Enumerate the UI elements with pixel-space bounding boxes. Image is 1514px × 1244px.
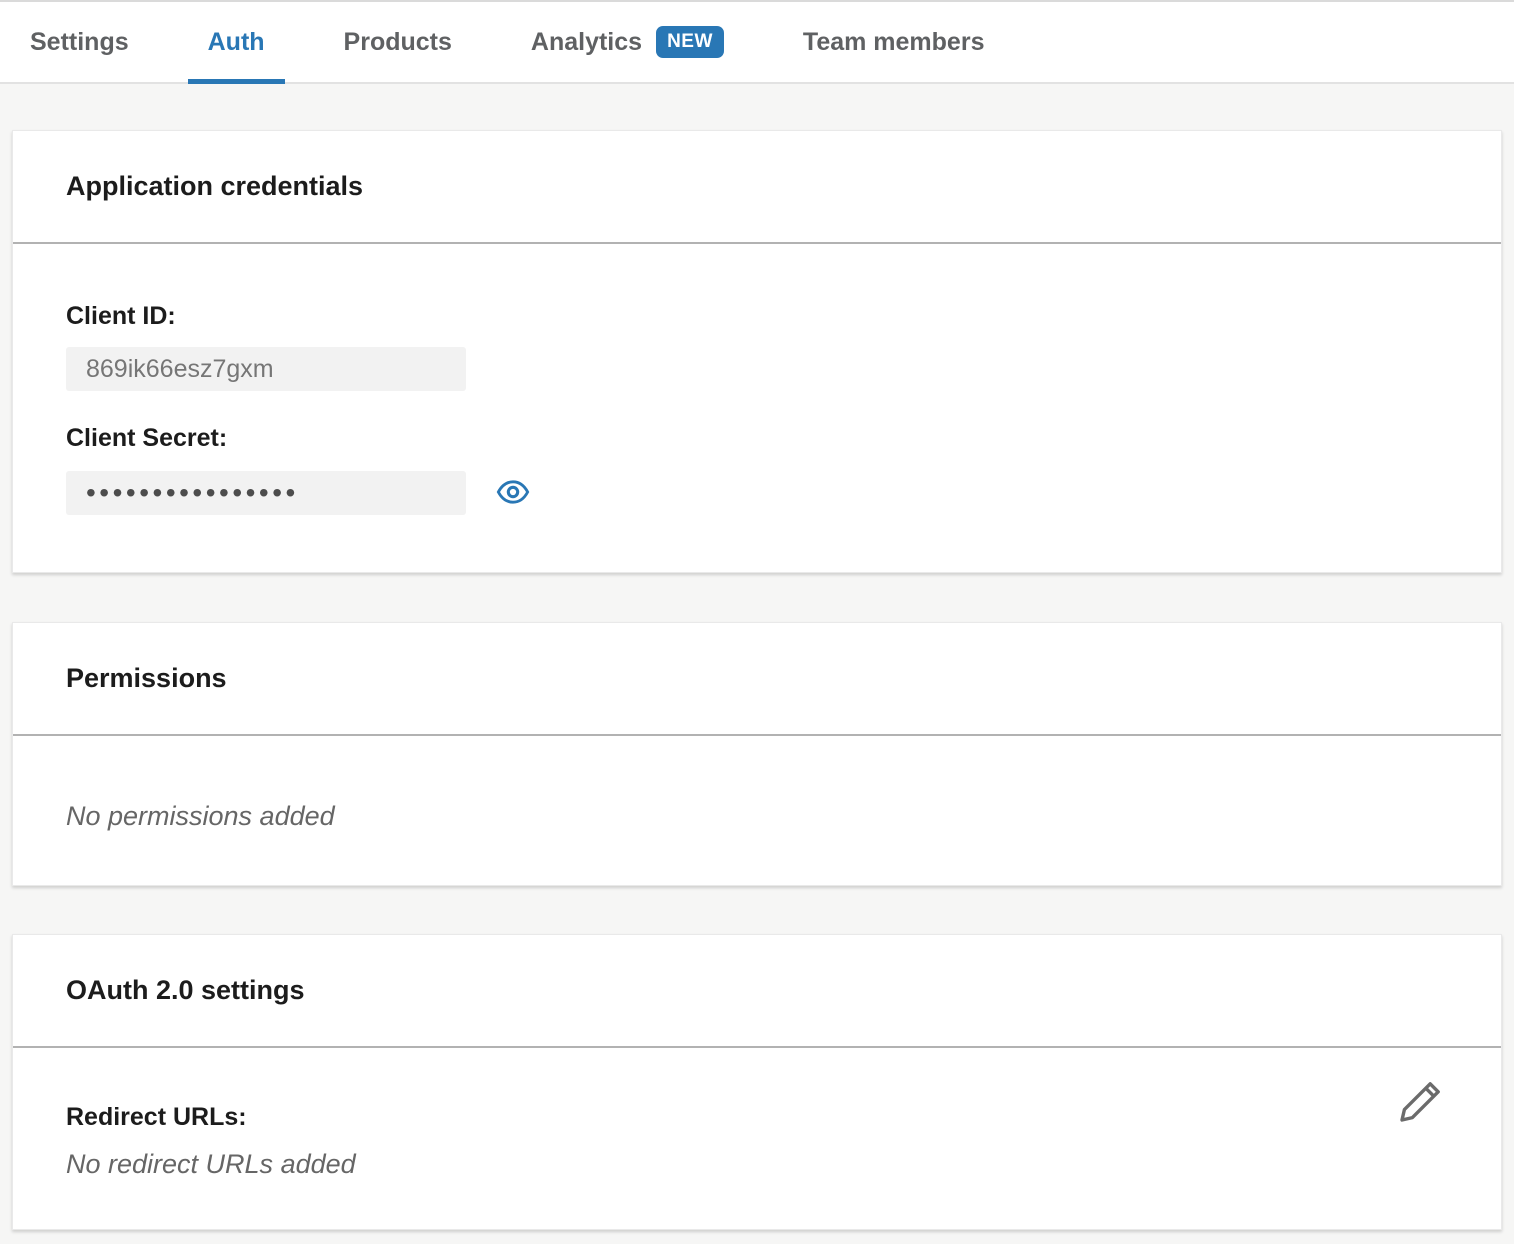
card-header: OAuth 2.0 settings: [13, 935, 1501, 1048]
card-body: No permissions added: [13, 736, 1501, 885]
active-tab-indicator: [188, 79, 285, 84]
pencil-icon: [1396, 1078, 1444, 1129]
redirect-urls-label: Redirect URLs:: [66, 1102, 1448, 1132]
tab-bar: Settings Auth Products Analytics NEW Tea…: [0, 0, 1514, 84]
client-id-label: Client ID:: [66, 301, 1448, 331]
oauth-settings-card: OAuth 2.0 settings Redirect URLs: No red…: [12, 934, 1502, 1230]
card-header: Permissions: [13, 623, 1501, 736]
client-secret-label: Client Secret:: [66, 423, 1448, 453]
eye-icon: [496, 475, 530, 512]
client-secret-field[interactable]: ••••••••••••••••: [66, 471, 466, 515]
client-secret-masked-value: ••••••••••••••••: [86, 477, 299, 509]
tab-auth[interactable]: Auth: [188, 2, 285, 82]
client-secret-row: ••••••••••••••••: [66, 453, 1448, 515]
tab-analytics[interactable]: Analytics NEW: [511, 2, 744, 82]
tab-label: Analytics: [531, 28, 642, 57]
tab-products[interactable]: Products: [324, 2, 472, 82]
new-badge: NEW: [656, 26, 724, 58]
edit-redirect-urls-button[interactable]: [1395, 1078, 1445, 1128]
tab-team-members[interactable]: Team members: [783, 2, 1005, 82]
card-body: Redirect URLs: No redirect URLs added: [13, 1048, 1501, 1229]
application-credentials-card: Application credentials Client ID: 869ik…: [12, 130, 1502, 573]
no-redirect-urls-text: No redirect URLs added: [66, 1148, 1448, 1180]
tab-label: Products: [344, 28, 452, 57]
permissions-card: Permissions No permissions added: [12, 622, 1502, 886]
tab-label: Settings: [30, 28, 129, 57]
card-header: Application credentials: [13, 131, 1501, 244]
section-title: Application credentials: [66, 171, 363, 202]
no-permissions-text: No permissions added: [66, 800, 1448, 832]
section-title: OAuth 2.0 settings: [66, 975, 305, 1006]
tab-settings[interactable]: Settings: [10, 2, 149, 82]
auth-tab-content: Application credentials Client ID: 869ik…: [0, 130, 1514, 1230]
tab-label: Team members: [803, 28, 985, 57]
client-id-field[interactable]: 869ik66esz7gxm: [66, 347, 466, 391]
show-secret-button[interactable]: [496, 476, 530, 510]
card-body: Client ID: 869ik66esz7gxm Client Secret:…: [13, 244, 1501, 572]
section-title: Permissions: [66, 663, 227, 694]
tab-label: Auth: [208, 28, 265, 57]
client-id-value: 869ik66esz7gxm: [86, 355, 274, 384]
